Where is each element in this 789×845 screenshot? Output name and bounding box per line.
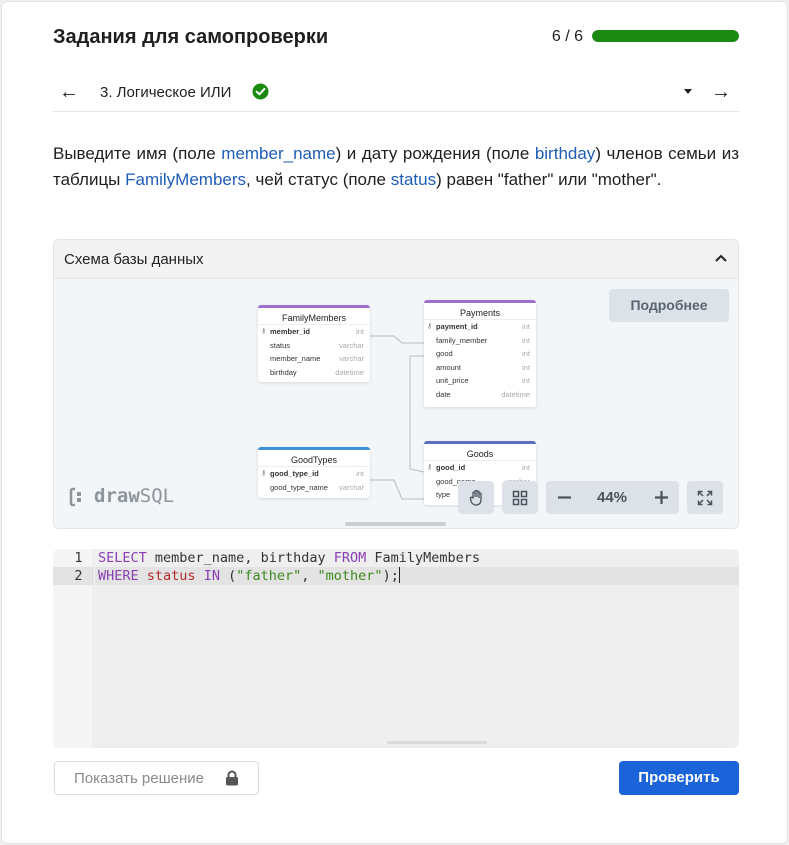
progress-count: 6 / 6 xyxy=(551,28,583,45)
er-row: ⚷ good_type_id int xyxy=(258,467,370,481)
er-table-name: Payments xyxy=(424,300,536,320)
er-table-goodtypes[interactable]: GoodTypes ⚷ good_type_id int good_type_nam… xyxy=(258,447,370,498)
key-icon: ⚷ xyxy=(261,328,267,335)
task-nav: ← 3. Логическое ИЛИ → xyxy=(53,74,739,112)
line-number: 2 xyxy=(74,568,83,584)
canvas-scrollbar[interactable] xyxy=(345,522,446,526)
er-row: ⚷ payment_id int xyxy=(424,320,536,334)
pan-tool xyxy=(458,481,494,514)
er-row: amount int xyxy=(436,362,530,372)
next-task-arrow-icon[interactable]: → xyxy=(711,80,731,104)
er-table-name: GoodTypes xyxy=(258,447,370,467)
drawsql-logo-icon xyxy=(69,487,81,507)
er-row: member_name varchar xyxy=(270,354,364,364)
grid-icon xyxy=(512,490,528,505)
key-icon: ⚷ xyxy=(427,464,433,471)
submit-check-button[interactable]: Проверить xyxy=(619,761,739,795)
field-status: status xyxy=(390,170,437,189)
er-table-payments[interactable]: Payments ⚷ payment_id int family_member int… xyxy=(424,300,536,407)
zoom-level: 44% xyxy=(596,489,628,506)
chevron-up-icon[interactable] xyxy=(714,253,728,263)
field-birthday: birthday xyxy=(534,144,596,163)
er-table-name: FamilyMembers xyxy=(258,305,370,325)
pan-button[interactable] xyxy=(458,481,494,514)
schema-diagram[interactable]: FamilyMembers ⚷ member_id int status varcha… xyxy=(54,279,738,528)
text-cursor xyxy=(398,567,400,583)
task-card: Задания для самопроверки 6 / 6 ← 3. Логи… xyxy=(1,1,788,844)
er-table-familymembers[interactable]: FamilyMembers ⚷ member_id int status varcha… xyxy=(258,305,370,382)
table-family-members: FamilyMembers xyxy=(125,170,247,189)
er-row: ⚷ member_id int xyxy=(258,325,370,339)
er-row: family_member int xyxy=(436,335,530,345)
sql-editor[interactable]: 1 2 SELECT member_name, birthday FROM Fa… xyxy=(53,549,739,748)
schema-title: Схема базы данных xyxy=(64,251,204,268)
fullscreen-button[interactable] xyxy=(687,481,723,514)
zoom-out-button[interactable] xyxy=(546,481,582,514)
er-row: status varchar xyxy=(270,340,364,350)
er-row: date datetime xyxy=(436,389,530,399)
er-row: good int xyxy=(436,349,530,359)
field-member-name: member_name xyxy=(221,144,336,163)
er-table-name: Goods xyxy=(424,441,536,461)
er-row: birthday datetime xyxy=(270,367,364,377)
minus-icon xyxy=(557,496,571,499)
line-number: 1 xyxy=(74,550,83,566)
lock-icon xyxy=(226,770,238,786)
zoom-in-button[interactable] xyxy=(643,481,679,514)
er-row: ⚷ good_id int xyxy=(424,461,536,475)
key-icon: ⚷ xyxy=(427,323,433,330)
progress-fill xyxy=(592,30,739,42)
schema-panel: Схема базы данных FamilyMembers ⚷ member_… xyxy=(53,239,739,529)
fullscreen-tool xyxy=(687,481,723,514)
task-title: 3. Логическое ИЛИ xyxy=(100,84,232,101)
hand-icon xyxy=(469,489,482,506)
task-description: Выведите имя (поле member_name) и дату р… xyxy=(53,144,739,189)
code-line-1[interactable]: SELECT member_name, birthday FROM Family… xyxy=(98,549,480,567)
page-title: Задания для самопроверки xyxy=(53,26,329,48)
schema-header[interactable]: Схема базы данных xyxy=(54,240,738,279)
expand-icon xyxy=(697,490,713,505)
code-line-2[interactable]: WHERE status IN ("father", "mother"); xyxy=(98,567,400,585)
caret-down-icon[interactable] xyxy=(682,86,694,96)
er-row: good_type_name varchar xyxy=(270,482,364,492)
progress-bar xyxy=(592,30,739,42)
layout-tool xyxy=(502,481,538,514)
code-area[interactable]: SELECT member_name, birthday FROM Family… xyxy=(95,549,739,748)
prev-task-arrow-icon[interactable]: ← xyxy=(59,80,79,104)
grid-button[interactable] xyxy=(502,481,538,514)
check-circle-icon xyxy=(252,83,269,100)
key-icon: ⚷ xyxy=(261,470,267,477)
plus-icon xyxy=(654,491,668,504)
editor-scrollbar[interactable] xyxy=(387,741,487,744)
more-details-button[interactable]: Подробнее xyxy=(609,289,729,322)
line-gutter: 1 2 xyxy=(53,549,94,748)
show-solution-button[interactable]: Показать решение xyxy=(54,761,259,795)
er-row: unit_price int xyxy=(436,376,530,386)
header: Задания для самопроверки 6 / 6 xyxy=(53,24,739,52)
zoom-controls: 44% xyxy=(546,481,679,514)
